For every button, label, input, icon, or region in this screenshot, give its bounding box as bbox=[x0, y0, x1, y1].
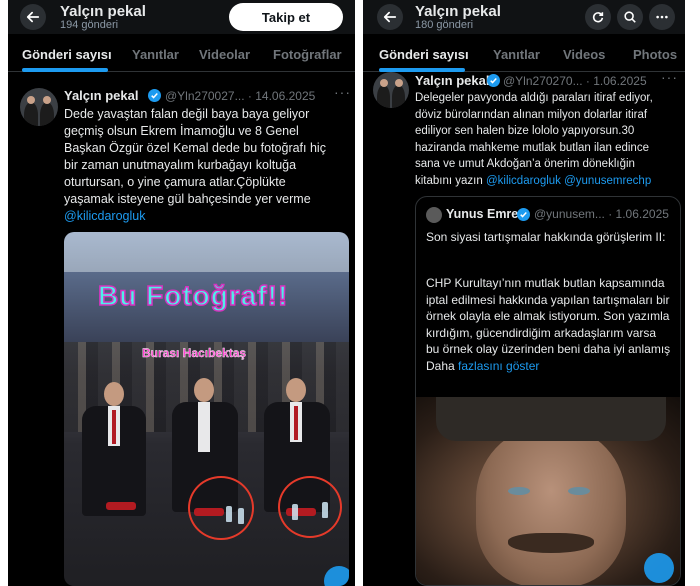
back-arrow-icon bbox=[26, 11, 40, 23]
tab-posts[interactable]: Gönderi sayısı bbox=[379, 47, 469, 62]
refresh-button[interactable] bbox=[585, 4, 611, 30]
avatar[interactable] bbox=[20, 88, 58, 126]
mention-links[interactable]: @kilicdarogluk @yunusemrechp bbox=[486, 175, 651, 187]
tab-videos[interactable]: Videos bbox=[563, 47, 605, 62]
left-profile-screen: Yalçın pekal 194 gönderi Takip et Gönder… bbox=[8, 0, 355, 586]
right-profile-screen: Yalçın pekal 180 gönderi Gönderi sayısı … bbox=[363, 0, 685, 586]
more-icon bbox=[656, 15, 668, 19]
quote-image[interactable] bbox=[416, 397, 680, 585]
verified-badge-icon bbox=[487, 74, 500, 87]
post-text: Dede yavaştan falan değil baya baya geli… bbox=[64, 106, 350, 225]
quote-author[interactable]: Yunus Emre bbox=[446, 207, 518, 221]
more-icon[interactable]: ··· bbox=[661, 69, 678, 85]
tab-videos[interactable]: Videolar bbox=[199, 47, 250, 62]
compose-button[interactable] bbox=[644, 553, 674, 583]
highlight-circle bbox=[188, 476, 254, 540]
profile-tabs: Gönderi sayısı Yanıtlar Videos Photos bbox=[363, 38, 685, 72]
tab-replies[interactable]: Yanıtlar bbox=[132, 47, 179, 62]
search-icon bbox=[624, 11, 636, 23]
profile-header: Yalçın pekal 180 gönderi bbox=[363, 0, 685, 34]
profile-name: Yalçın pekal bbox=[415, 3, 501, 20]
tab-replies[interactable]: Yanıtlar bbox=[493, 47, 540, 62]
active-tab-indicator bbox=[22, 68, 108, 72]
quote-avatar[interactable] bbox=[426, 207, 442, 223]
more-button[interactable] bbox=[649, 4, 675, 30]
image-title-text: Bu Fotoğraf!! bbox=[97, 279, 289, 312]
back-button[interactable] bbox=[20, 4, 46, 30]
post-image[interactable]: Bu Fotoğraf!! Burası Hacıbektaş bbox=[64, 232, 349, 586]
back-button[interactable] bbox=[377, 4, 403, 30]
refresh-icon bbox=[592, 12, 604, 23]
profile-header: Yalçın pekal 194 gönderi Takip et bbox=[8, 0, 355, 34]
post-count: 180 gönderi bbox=[415, 19, 474, 31]
post-handle-date: @Yln270270... · 1.06.2025 bbox=[503, 74, 647, 88]
tab-photos[interactable]: Photos bbox=[633, 47, 677, 62]
avatar[interactable] bbox=[373, 72, 409, 108]
show-more-link[interactable]: fazlasını göster bbox=[458, 359, 539, 373]
more-icon[interactable]: ··· bbox=[334, 84, 351, 100]
post-handle-date: @Yln270027... · 14.06.2025 bbox=[165, 89, 316, 103]
post-author[interactable]: Yalçın pekal bbox=[415, 73, 489, 88]
mention-link[interactable]: @kilicdarogluk bbox=[64, 208, 350, 225]
post-count: 194 gönderi bbox=[60, 19, 119, 31]
image-subtitle-text: Burası Hacıbektaş bbox=[142, 346, 247, 360]
tab-photos[interactable]: Fotoğraflar bbox=[273, 47, 342, 62]
post-text: Delegeler pavyonda aldığı paraları itira… bbox=[415, 92, 653, 187]
verified-badge-icon bbox=[517, 208, 530, 221]
quoted-post[interactable]: Yunus Emre @yunusem... · 1.06.2025 Son s… bbox=[415, 196, 681, 586]
back-arrow-icon bbox=[383, 11, 397, 23]
compose-button[interactable] bbox=[324, 566, 349, 586]
search-button[interactable] bbox=[617, 4, 643, 30]
profile-tabs: Gönderi sayısı Yanıtlar Videolar Fotoğra… bbox=[8, 38, 355, 72]
quote-paragraph: Son siyasi tartışmalar hakkında görüşler… bbox=[426, 230, 666, 244]
verified-badge-icon bbox=[148, 89, 161, 102]
highlight-circle bbox=[278, 476, 342, 538]
post-author[interactable]: Yalçın pekal bbox=[64, 88, 138, 103]
follow-button[interactable]: Takip et bbox=[229, 3, 343, 31]
quote-handle-date: @yunusem... · 1.06.2025 bbox=[534, 207, 669, 221]
tab-posts[interactable]: Gönderi sayısı bbox=[22, 47, 112, 62]
profile-name: Yalçın pekal bbox=[60, 3, 146, 20]
quote-paragraph: CHP Kurultayı’nın mutlak butlan kapsamın… bbox=[426, 276, 671, 373]
